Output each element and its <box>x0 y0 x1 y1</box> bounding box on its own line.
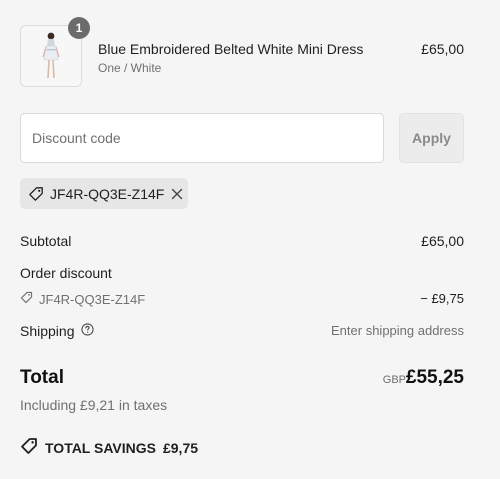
applied-discount-code: JF4R-QQ3E-Z14F <box>50 185 165 202</box>
applied-discount-chip: JF4R-QQ3E-Z14F <box>20 178 188 209</box>
product-price: £65,00 <box>421 41 464 57</box>
order-discount-code: JF4R-QQ3E-Z14F <box>39 291 146 307</box>
tax-note: Including £9,21 in taxes <box>20 397 168 413</box>
product-variant: One / White <box>98 61 162 75</box>
tag-icon <box>20 437 38 458</box>
quantity-badge: 1 <box>68 17 90 39</box>
shipping-value: Enter shipping address <box>331 323 464 338</box>
order-discount-code-line: JF4R-QQ3E-Z14F <box>20 291 145 307</box>
apply-button[interactable]: Apply <box>399 113 464 163</box>
help-icon[interactable] <box>80 323 94 339</box>
tag-icon <box>28 186 44 202</box>
remove-discount-close-icon[interactable] <box>170 187 184 201</box>
total-currency: GBP <box>382 374 406 386</box>
order-discount-value: − £9,75 <box>420 291 464 306</box>
total-savings-label: TOTAL SAVINGS <box>45 439 156 456</box>
shipping-line: Shipping <box>20 323 94 339</box>
discount-code-input[interactable] <box>20 113 384 163</box>
tag-icon <box>20 291 33 307</box>
order-discount-label: Order discount <box>20 265 112 281</box>
subtotal-label: Subtotal <box>20 233 72 249</box>
total-savings-value: £9,75 <box>162 439 199 456</box>
total-savings: TOTAL SAVINGS £9,75 <box>20 437 198 458</box>
product-name: Blue Embroidered Belted White Mini Dress <box>98 41 364 57</box>
total-label: Total <box>20 367 64 388</box>
shipping-label: Shipping <box>20 323 75 339</box>
total-value: £55,25 <box>405 367 464 388</box>
subtotal-value: £65,00 <box>421 233 464 249</box>
